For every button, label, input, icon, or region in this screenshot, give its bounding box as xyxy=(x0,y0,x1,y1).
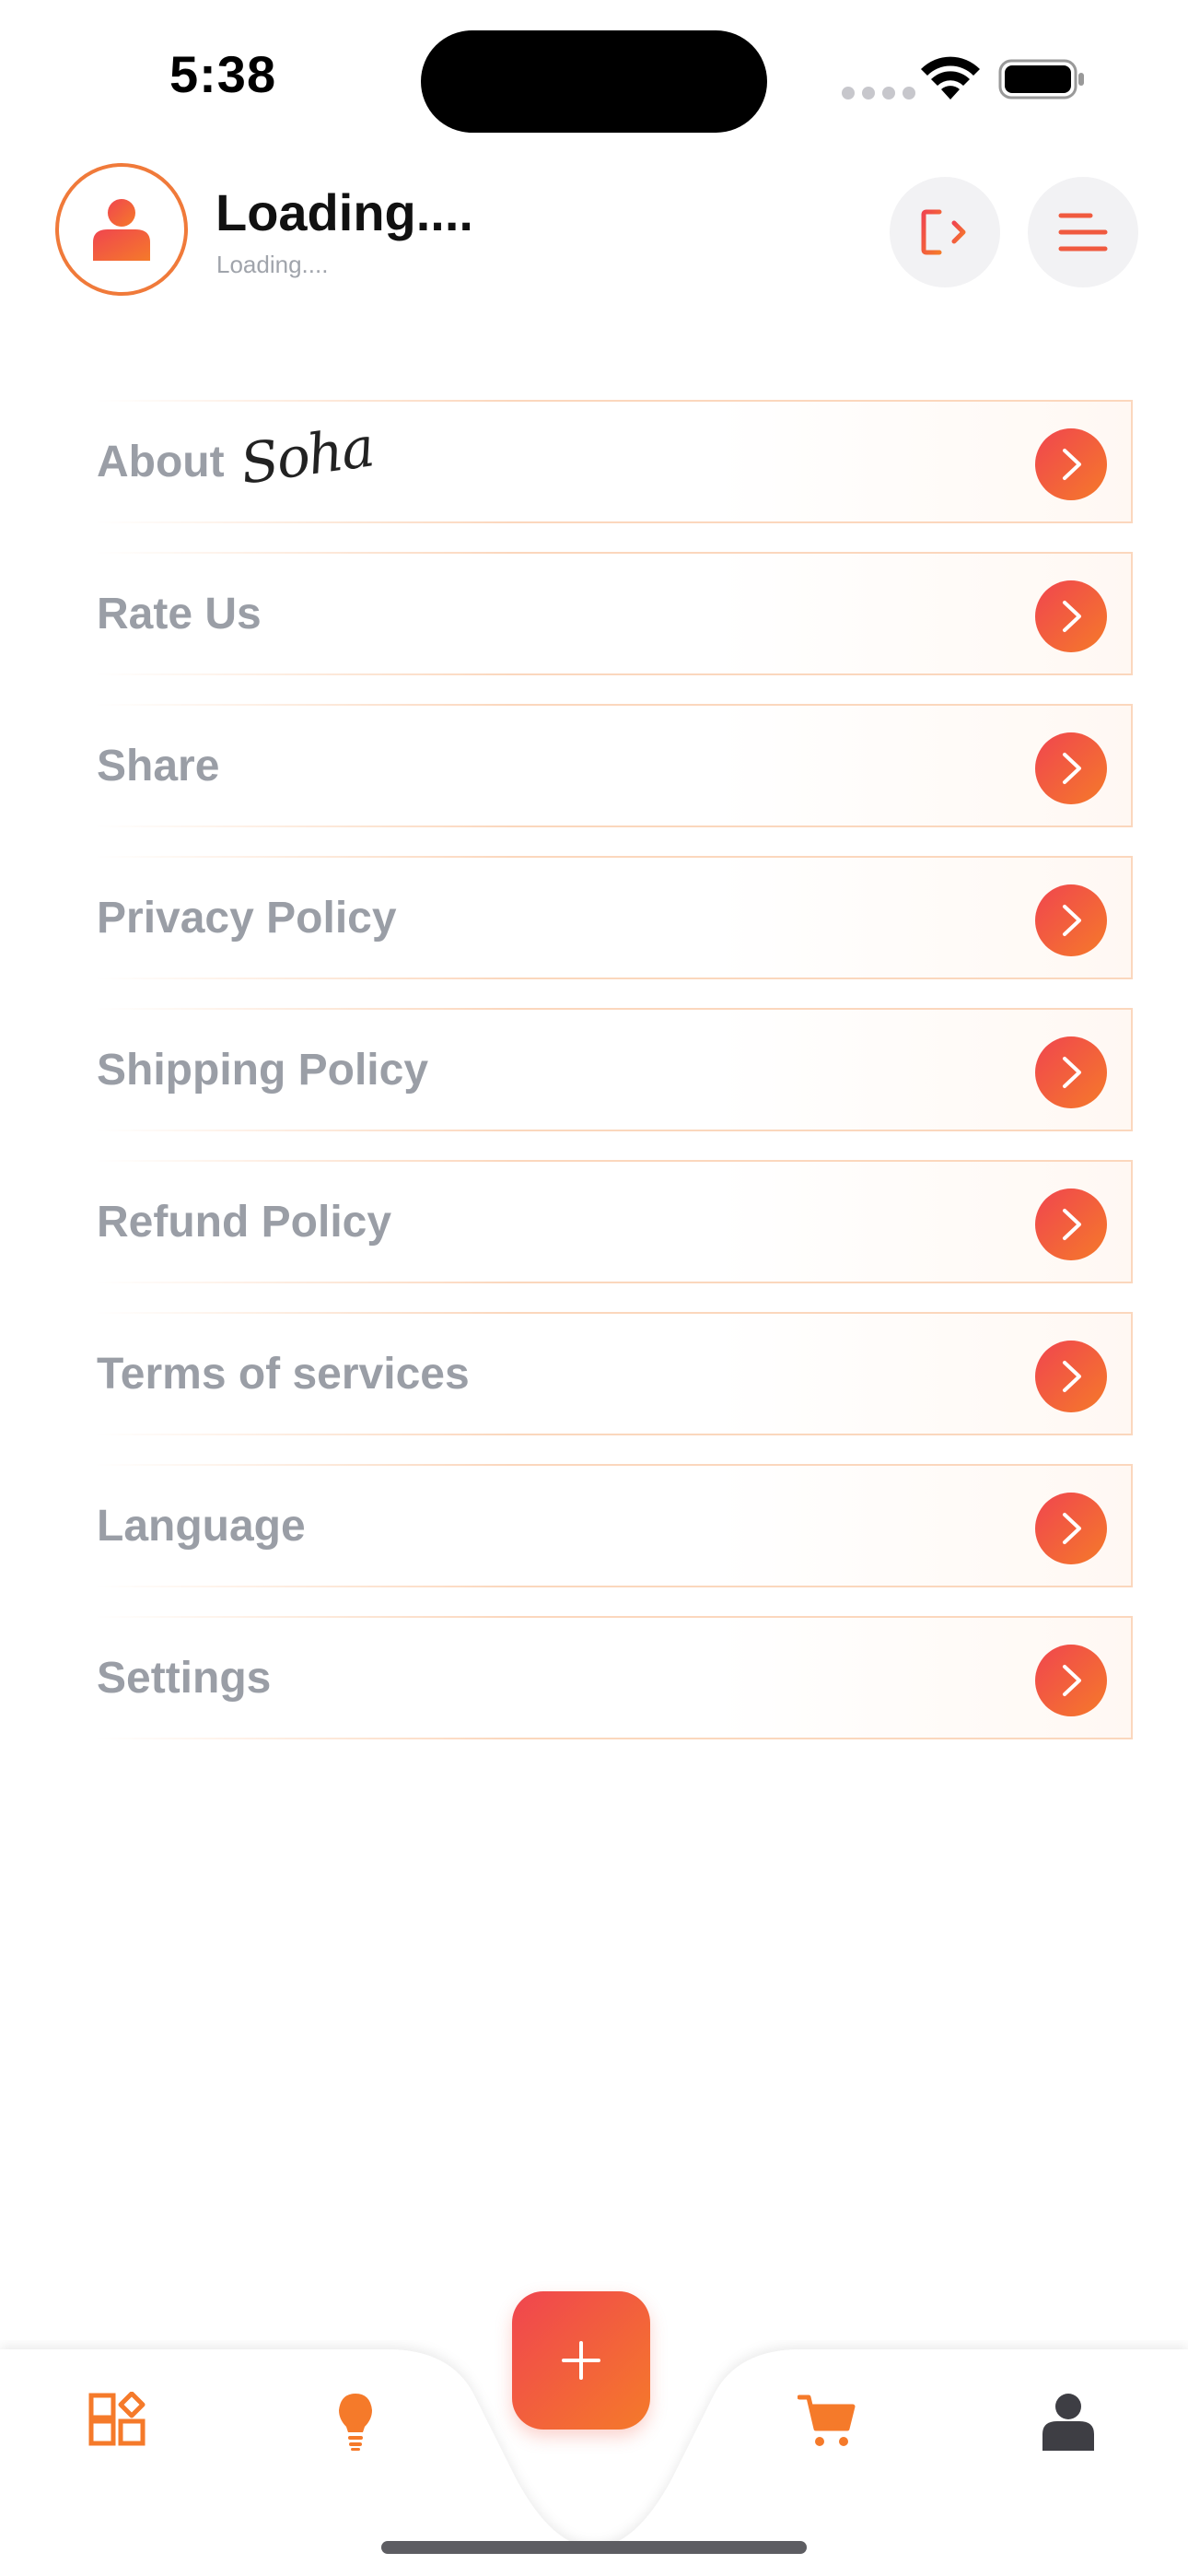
chevron-right-icon[interactable] xyxy=(1035,732,1107,804)
menu-item-label: Shipping Policy xyxy=(97,1045,429,1095)
chevron-right-icon[interactable] xyxy=(1035,428,1107,500)
menu-item-label: Refund Policy xyxy=(97,1197,392,1247)
dynamic-island xyxy=(421,30,767,133)
chevron-right-icon[interactable] xyxy=(1035,1341,1107,1412)
chevron-right-icon[interactable] xyxy=(1035,580,1107,652)
cart-icon[interactable] xyxy=(798,2392,856,2451)
chevron-right-icon[interactable] xyxy=(1035,1493,1107,1564)
menu-item-label: Terms of services xyxy=(97,1349,470,1399)
battery-icon xyxy=(998,59,1084,100)
menu-button[interactable] xyxy=(1028,177,1138,287)
cellular-signal-icon xyxy=(842,87,915,100)
menu-item-about[interactable]: About Soha xyxy=(95,400,1133,523)
menu-item-terms-of-services[interactable]: Terms of services xyxy=(95,1312,1133,1435)
menu-item-rate-us[interactable]: Rate Us xyxy=(95,552,1133,675)
settings-menu-list: About Soha Rate Us Share Privacy Policy … xyxy=(95,400,1133,1768)
home-indicator[interactable] xyxy=(381,2541,807,2554)
menu-icon xyxy=(1058,213,1108,252)
menu-item-label: About xyxy=(97,437,225,486)
chevron-right-icon[interactable] xyxy=(1035,1645,1107,1716)
menu-item-label: Rate Us xyxy=(97,589,262,638)
chevron-right-icon[interactable] xyxy=(1035,1188,1107,1260)
menu-item-label: Settings xyxy=(97,1653,272,1703)
chevron-right-icon[interactable] xyxy=(1035,884,1107,956)
menu-item-label: Share xyxy=(97,741,220,790)
categories-icon[interactable] xyxy=(87,2392,146,2451)
menu-item-label: Language xyxy=(97,1501,306,1551)
plus-icon xyxy=(562,2341,600,2380)
menu-item-privacy-policy[interactable]: Privacy Policy xyxy=(95,856,1133,979)
avatar[interactable] xyxy=(55,163,188,296)
menu-item-shipping-policy[interactable]: Shipping Policy xyxy=(95,1008,1133,1131)
menu-item-language[interactable]: Language xyxy=(95,1464,1133,1587)
menu-item-settings[interactable]: Settings xyxy=(95,1616,1133,1739)
user-name: Loading.... xyxy=(215,183,473,241)
user-icon xyxy=(93,199,150,261)
menu-item-label: Privacy Policy xyxy=(97,893,397,943)
logout-icon xyxy=(921,209,966,255)
menu-item-refund-policy[interactable]: Refund Policy xyxy=(95,1160,1133,1283)
status-time: 5:38 xyxy=(169,45,277,103)
menu-item-share[interactable]: Share xyxy=(95,704,1133,827)
brand-signature: Soha xyxy=(236,415,377,498)
chevron-right-icon[interactable] xyxy=(1035,1036,1107,1108)
add-button[interactable] xyxy=(512,2291,650,2430)
wifi-icon xyxy=(921,56,980,100)
lightbulb-icon[interactable] xyxy=(326,2392,385,2451)
profile-icon[interactable] xyxy=(1039,2392,1098,2451)
logout-button[interactable] xyxy=(890,177,1000,287)
user-subtitle: Loading.... xyxy=(216,251,329,278)
